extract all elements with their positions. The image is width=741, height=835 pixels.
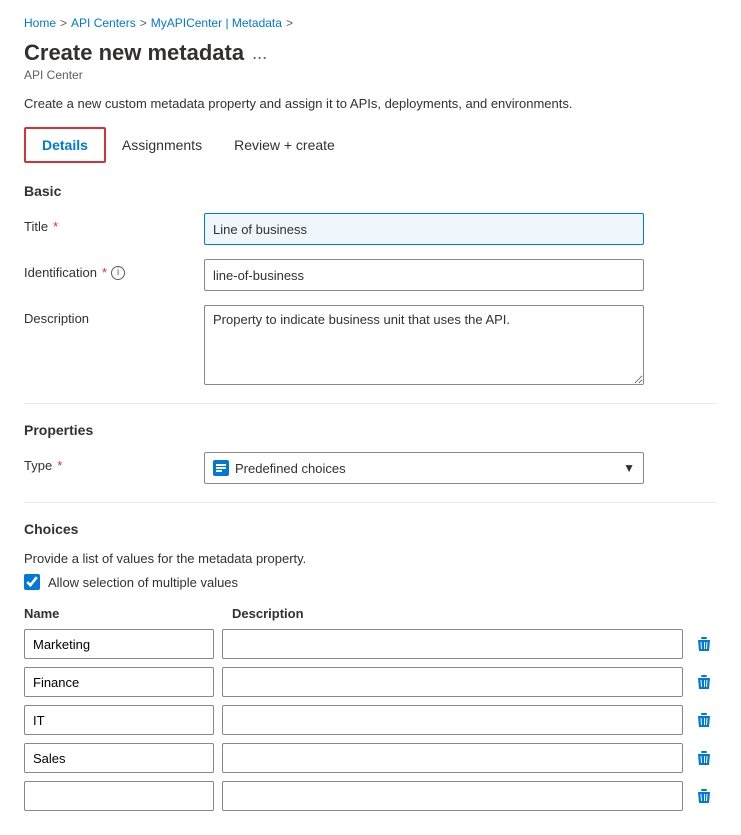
choice-row: [24, 629, 717, 659]
choice-row: [24, 743, 717, 773]
tab-review-create[interactable]: Review + create: [218, 129, 351, 161]
type-select-wrapper: Predefined choices ▼: [204, 452, 644, 484]
page-title: Create new metadata: [24, 40, 244, 66]
page-description: Create a new custom metadata property an…: [24, 96, 717, 111]
title-row: Title*: [24, 213, 717, 245]
delete-choice-button[interactable]: [691, 783, 717, 809]
title-label: Title*: [24, 213, 204, 234]
choice-desc-input[interactable]: [222, 781, 683, 811]
choice-name-input[interactable]: [24, 629, 214, 659]
identification-label: Identification* i: [24, 259, 204, 280]
choice-name-input[interactable]: [24, 781, 214, 811]
trash-icon: [695, 673, 713, 691]
col-name-header: Name: [24, 606, 224, 621]
breadcrumb-api-centers[interactable]: API Centers: [71, 16, 136, 30]
basic-section-title: Basic: [24, 183, 717, 199]
chevron-down-icon: ▼: [623, 461, 635, 475]
page-subtitle: API Center: [24, 68, 717, 82]
trash-icon: [695, 749, 713, 767]
breadcrumb-home[interactable]: Home: [24, 16, 56, 30]
choice-desc-input[interactable]: [222, 743, 683, 773]
more-options-button[interactable]: ...: [252, 43, 267, 64]
delete-choice-button[interactable]: [691, 669, 717, 695]
page-title-row: Create new metadata ...: [24, 40, 717, 66]
delete-choice-button[interactable]: [691, 745, 717, 771]
breadcrumb: Home > API Centers > MyAPICenter | Metad…: [24, 16, 717, 30]
choice-desc-input[interactable]: [222, 705, 683, 735]
choice-name-input[interactable]: [24, 705, 214, 735]
tab-details[interactable]: Details: [24, 127, 106, 163]
type-label: Type*: [24, 452, 204, 473]
identification-info-icon[interactable]: i: [111, 266, 125, 280]
allow-multiple-checkbox[interactable]: [24, 574, 40, 590]
identification-input[interactable]: [204, 259, 644, 291]
type-select-value: Predefined choices: [235, 461, 346, 476]
description-row: Description Property to indicate busines…: [24, 305, 717, 385]
allow-multiple-row: Allow selection of multiple values: [24, 574, 717, 590]
tab-bar: Details Assignments Review + create: [24, 127, 717, 163]
trash-icon: [695, 711, 713, 729]
identification-row: Identification* i: [24, 259, 717, 291]
trash-icon: [695, 635, 713, 653]
choice-desc-input[interactable]: [222, 629, 683, 659]
divider-2: [24, 502, 717, 503]
breadcrumb-myapicenter[interactable]: MyAPICenter | Metadata: [151, 16, 282, 30]
choices-table: Name Description: [24, 606, 717, 811]
type-select[interactable]: Predefined choices ▼: [204, 452, 644, 484]
choices-description: Provide a list of values for the metadat…: [24, 551, 717, 566]
choice-name-input[interactable]: [24, 667, 214, 697]
allow-multiple-label: Allow selection of multiple values: [48, 575, 238, 590]
title-input[interactable]: [204, 213, 644, 245]
divider-1: [24, 403, 717, 404]
choices-section: Choices Provide a list of values for the…: [24, 521, 717, 811]
choice-row: [24, 667, 717, 697]
properties-section-title: Properties: [24, 422, 717, 438]
choice-name-input[interactable]: [24, 743, 214, 773]
choice-row: [24, 781, 717, 811]
tab-assignments[interactable]: Assignments: [106, 129, 218, 161]
trash-icon: [695, 787, 713, 805]
choices-header: Name Description: [24, 606, 717, 621]
choice-desc-input[interactable]: [222, 667, 683, 697]
choice-row: [24, 705, 717, 735]
choices-section-title: Choices: [24, 521, 717, 537]
delete-choice-button[interactable]: [691, 631, 717, 657]
description-label: Description: [24, 305, 204, 326]
type-icon: [213, 460, 229, 476]
delete-choice-button[interactable]: [691, 707, 717, 733]
type-row: Type* Predefined choices ▼: [24, 452, 717, 484]
col-desc-header: Description: [232, 606, 717, 621]
description-input[interactable]: Property to indicate business unit that …: [204, 305, 644, 385]
